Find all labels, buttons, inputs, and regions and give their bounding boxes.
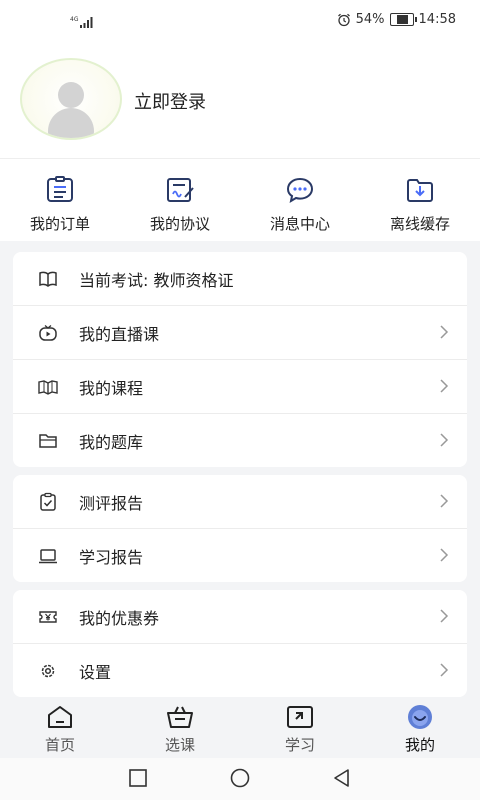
tab-label: 学习 (284, 736, 315, 754)
menu-group-exam: 当前考试: 教师资格证 我的直播课 我的课程 我的题库 (13, 252, 467, 467)
quick-action-orders[interactable]: 我的订单 (0, 159, 120, 241)
menu-item-live-courses[interactable]: 我的直播课 (13, 306, 467, 360)
tab-label: 选课 (164, 736, 195, 754)
quick-action-label: 我的订单 (29, 215, 90, 233)
menu-item-my-courses[interactable]: 我的课程 (13, 360, 467, 414)
live-video-icon (39, 324, 57, 341)
avatar-placeholder-head (58, 82, 84, 108)
menu-item-label: 当前考试: 教师资格证 (79, 270, 234, 290)
quick-action-agreements[interactable]: 我的协议 (120, 159, 240, 241)
coupon-icon (39, 610, 57, 623)
clipboard-check-icon (40, 492, 56, 511)
chevron-right-icon (440, 548, 449, 562)
quick-actions: 我的订单 我的协议 消息中心 离线缓存 (0, 158, 480, 241)
order-list-icon (47, 176, 73, 202)
quick-action-label: 我的协议 (149, 215, 210, 233)
agreement-sign-icon (167, 178, 194, 202)
login-link[interactable]: 立即登录 (134, 88, 206, 114)
quick-action-label: 消息中心 (269, 215, 330, 233)
menu-item-current-exam[interactable]: 当前考试: 教师资格证 (13, 252, 467, 306)
tab-mine[interactable]: 我的 (360, 698, 480, 758)
message-bubble-icon (286, 177, 314, 204)
tab-home[interactable]: 首页 (0, 698, 120, 758)
menu-item-study-report[interactable]: 学习报告 (13, 529, 467, 582)
system-nav-bar (0, 758, 480, 800)
chevron-right-icon (440, 433, 449, 447)
status-bar: 4G 54% 14:58 (0, 0, 480, 42)
profile-smile-icon (408, 705, 432, 729)
tab-label: 我的 (404, 736, 435, 754)
laptop-icon (39, 548, 57, 563)
menu-item-assessment-report[interactable]: 测评报告 (13, 475, 467, 529)
menu-item-label: 我的课程 (79, 378, 144, 398)
study-icon (287, 706, 313, 728)
battery-percent: 54% (355, 12, 385, 27)
quick-action-label: 离线缓存 (389, 215, 450, 233)
menu-group-settings: 我的优惠券 设置 (13, 590, 467, 697)
profile-header: 立即登录 (0, 42, 480, 158)
chevron-right-icon (440, 325, 449, 339)
battery-icon (389, 13, 417, 26)
course-book-icon (38, 379, 58, 395)
chevron-right-icon (440, 609, 449, 623)
avatar[interactable] (20, 58, 122, 140)
menu-item-label: 我的题库 (79, 432, 144, 452)
alarm-icon (337, 13, 350, 26)
menu-item-label: 我的直播课 (79, 324, 160, 344)
tab-course-select[interactable]: 选课 (120, 698, 240, 758)
chevron-right-icon (440, 494, 449, 508)
recent-apps-icon[interactable] (128, 768, 148, 788)
gear-icon (41, 664, 55, 677)
back-triangle-icon[interactable] (332, 768, 352, 788)
avatar-placeholder-body (48, 108, 94, 138)
basket-icon (167, 706, 193, 728)
menu-item-coupons[interactable]: 我的优惠券 (13, 590, 467, 644)
home-circle-icon[interactable] (229, 768, 251, 788)
chevron-right-icon (440, 379, 449, 393)
menu-item-label: 设置 (79, 662, 112, 682)
download-folder-icon (407, 179, 433, 202)
menu-item-label: 我的优惠券 (79, 608, 160, 628)
signal-icon: 4G (70, 14, 96, 33)
home-icon (48, 706, 72, 728)
network-type: 4G (70, 16, 79, 23)
menu-item-label: 学习报告 (79, 547, 144, 567)
clock: 14:58 (418, 12, 456, 27)
menu-item-question-bank[interactable]: 我的题库 (13, 414, 467, 467)
quick-action-offline-cache[interactable]: 离线缓存 (360, 159, 480, 241)
tab-label: 首页 (44, 736, 75, 754)
folder-icon (39, 433, 57, 448)
open-book-icon (39, 271, 57, 287)
battery-fill (396, 15, 409, 24)
bottom-tab-bar: 首页 选课 学习 我的 (0, 698, 480, 758)
menu-item-settings[interactable]: 设置 (13, 644, 467, 697)
quick-action-messages[interactable]: 消息中心 (240, 159, 360, 241)
tab-study[interactable]: 学习 (240, 698, 360, 758)
menu-item-label: 测评报告 (79, 493, 144, 513)
chevron-right-icon (440, 663, 449, 677)
menu-group-reports: 测评报告 学习报告 (13, 475, 467, 582)
